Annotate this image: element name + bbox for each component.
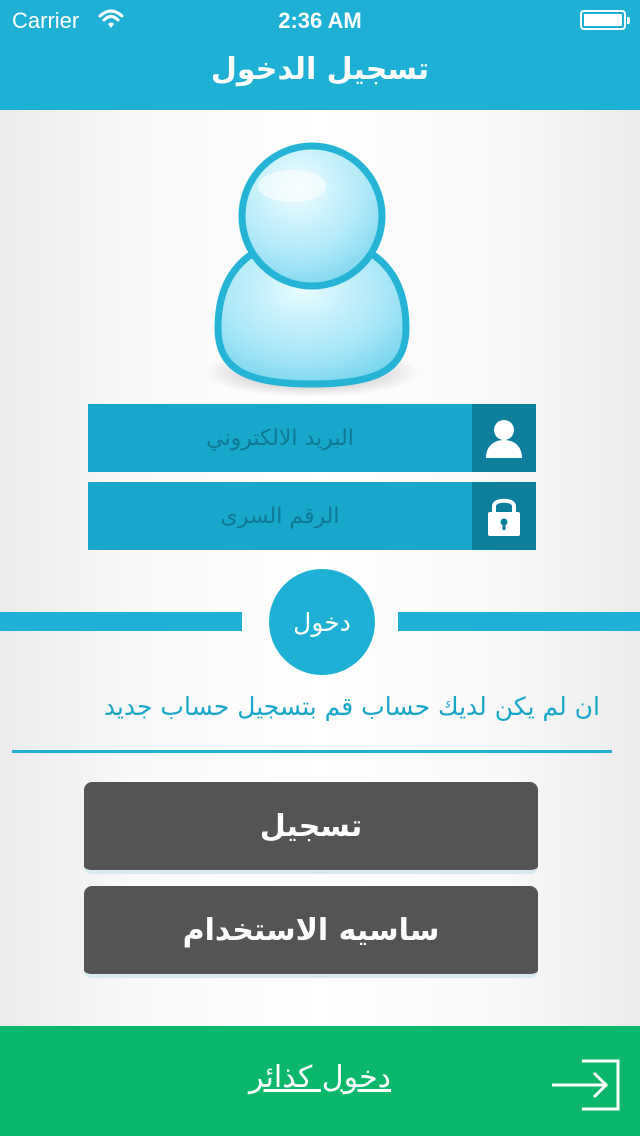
status-bar: Carrier 2:36 AM [0, 0, 640, 40]
email-field-container [88, 404, 536, 472]
hint-underline [12, 750, 612, 753]
status-time: 2:36 AM [278, 8, 362, 33]
email-input[interactable] [88, 404, 472, 472]
divider-right [398, 612, 640, 631]
guest-login-label[interactable]: دخول كذائر [0, 1060, 640, 1095]
battery-icon [580, 10, 630, 30]
lock-icon [488, 498, 520, 536]
email-icon-box [472, 404, 536, 472]
usage-policy-button[interactable]: ساسيه الاستخدام [84, 886, 538, 978]
enter-arrow-icon [552, 1059, 620, 1111]
password-icon-box [472, 482, 536, 550]
battery-level [584, 14, 622, 26]
password-field-container [88, 482, 536, 550]
navigation-bar: Carrier 2:36 AM تسجيل الدخول [0, 0, 640, 110]
divider-left [0, 612, 242, 631]
register-button[interactable]: تسجيل [84, 782, 538, 874]
page-title: تسجيل الدخول [210, 52, 430, 87]
login-button[interactable]: دخول [269, 569, 375, 675]
register-hint-text: ان لم يكن لديك حساب قم بتسجيل حساب جديد [103, 692, 600, 721]
guest-login-bar[interactable]: دخول كذائر [0, 1026, 640, 1136]
user-avatar-icon [204, 142, 420, 397]
user-icon [486, 420, 522, 458]
password-input[interactable] [88, 482, 472, 550]
